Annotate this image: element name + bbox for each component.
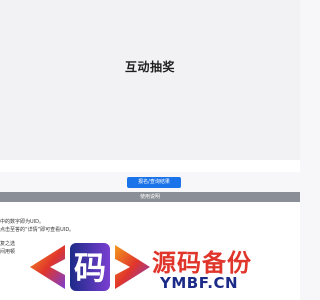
right-chevron-icon [115, 245, 150, 289]
left-chevron-icon [30, 245, 65, 289]
watermark-text-cn: 源码备份 [152, 248, 252, 277]
guide-header: 使用说明 [0, 192, 300, 202]
guide-line: 间用顿 [0, 249, 16, 255]
watermark-text-en: YMBF.CN [160, 274, 239, 292]
guide-line: 点击至答的“详情”即可查看UID。 [0, 227, 75, 233]
guide-line: 复之选 [0, 241, 16, 247]
content-spacer [0, 160, 300, 172]
watermark-logo: 码 [30, 243, 150, 291]
logo-glyph: 码 [74, 249, 106, 287]
guide-line: 中的数字即为UID。 [0, 219, 44, 225]
page-title: 互动抽奖 [124, 59, 175, 74]
banner: 互动抽奖 [0, 0, 300, 160]
signup-query-button[interactable]: 报名/查询结果 [127, 177, 181, 188]
